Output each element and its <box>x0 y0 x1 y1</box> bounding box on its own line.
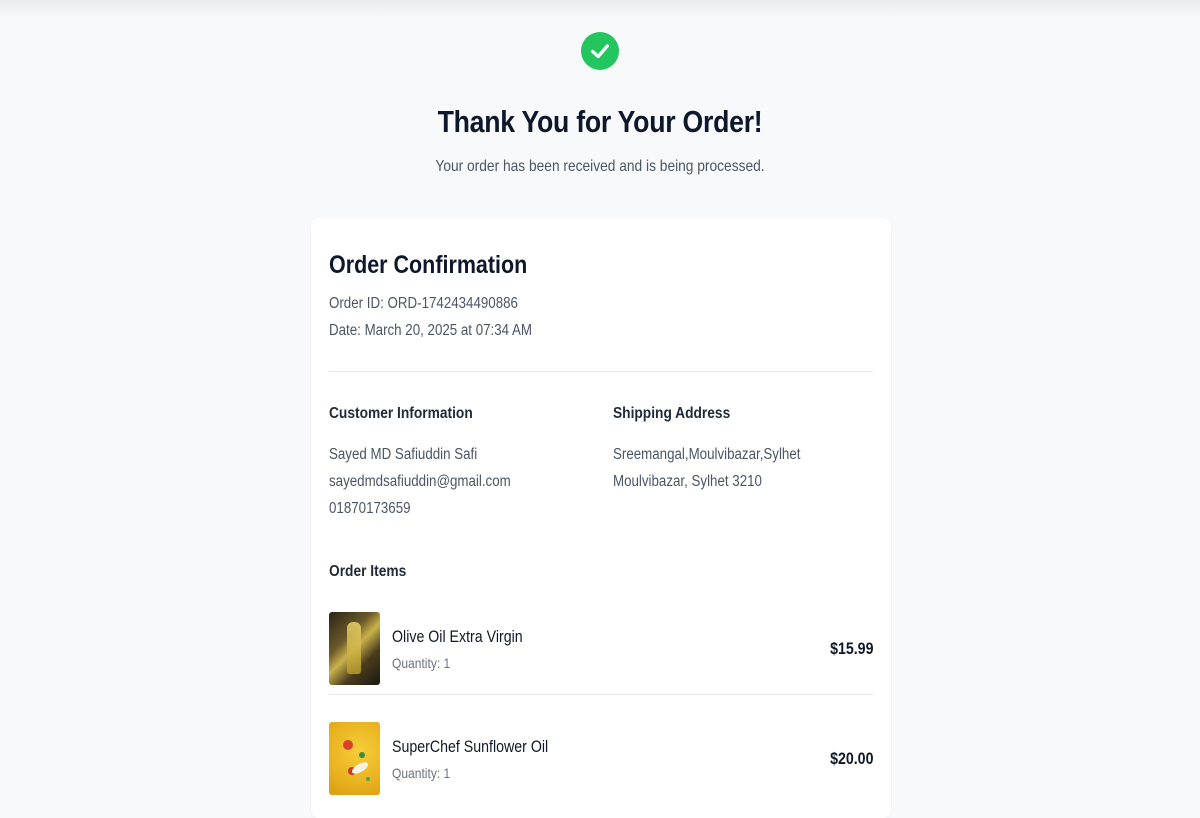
order-id: Order ID: ORD-1742434490886 <box>329 295 549 313</box>
customer-name-text: Sayed MD Safiuddin Safi <box>329 446 478 463</box>
product-image-olive-oil <box>329 612 380 685</box>
page-title: Thank You for Your Order! <box>437 104 763 139</box>
product-image-sunflower-oil <box>329 722 380 795</box>
top-bar-shadow <box>0 0 1200 18</box>
order-id-text: Order ID: ORD-1742434490886 <box>329 295 518 312</box>
shipping-line-1: Sreemangal,Moulvibazar,Sylhet <box>613 446 831 464</box>
order-item: Olive Oil Extra Virgin Quantity: 1 $15.9… <box>329 612 873 686</box>
shipping-line-2-text: Moulvibazar, Sylhet 3210 <box>613 473 762 490</box>
order-confirmation-card: Order Confirmation Order ID: ORD-1742434… <box>311 218 891 818</box>
customer-email-text: sayedmdsafiuddin@gmail.com <box>329 473 511 490</box>
customer-info-heading: Customer Information <box>329 405 496 423</box>
order-item: SuperChef Sunflower Oil Quantity: 1 $20.… <box>329 722 873 796</box>
item-price: $20.00 <box>829 750 873 768</box>
order-date-text: Date: March 20, 2025 at 07:34 AM <box>329 322 533 339</box>
section-divider <box>329 371 873 372</box>
shipping-address-heading-text: Shipping Address <box>613 405 731 422</box>
shipping-line-2: Moulvibazar, Sylhet 3210 <box>613 473 786 491</box>
item-quantity: Quantity: 1 <box>392 655 460 671</box>
item-quantity-text: Quantity: 1 <box>392 655 451 671</box>
item-quantity: Quantity: 1 <box>392 765 460 781</box>
item-name-text: SuperChef Sunflower Oil <box>392 738 549 756</box>
shipping-line-1-text: Sreemangal,Moulvibazar,Sylhet <box>613 446 801 463</box>
order-items-heading: Order Items <box>329 563 419 581</box>
customer-email: sayedmdsafiuddin@gmail.com <box>329 473 540 491</box>
item-name: SuperChef Sunflower Oil <box>392 738 574 757</box>
item-price: $15.99 <box>829 640 873 658</box>
item-quantity-text: Quantity: 1 <box>392 765 451 781</box>
item-name: Olive Oil Extra Virgin <box>392 628 544 647</box>
customer-phone-text: 01870173659 <box>329 500 411 517</box>
order-confirmation-title-text: Order Confirmation <box>329 251 528 279</box>
customer-info-heading-text: Customer Information <box>329 405 473 422</box>
shipping-address-heading: Shipping Address <box>613 405 749 423</box>
customer-phone: 01870173659 <box>329 500 424 518</box>
order-confirmation-title: Order Confirmation <box>329 251 560 280</box>
check-circle-icon <box>581 32 619 70</box>
order-success-hero: Thank You for Your Order! Your order has… <box>0 32 1200 176</box>
order-date: Date: March 20, 2025 at 07:34 AM <box>329 322 565 340</box>
item-divider <box>329 694 873 695</box>
page-subtitle: Your order has been received and is bein… <box>435 158 765 175</box>
order-items-heading-text: Order Items <box>329 563 407 580</box>
customer-name: Sayed MD Safiuddin Safi <box>329 446 501 464</box>
item-name-text: Olive Oil Extra Virgin <box>392 628 523 646</box>
